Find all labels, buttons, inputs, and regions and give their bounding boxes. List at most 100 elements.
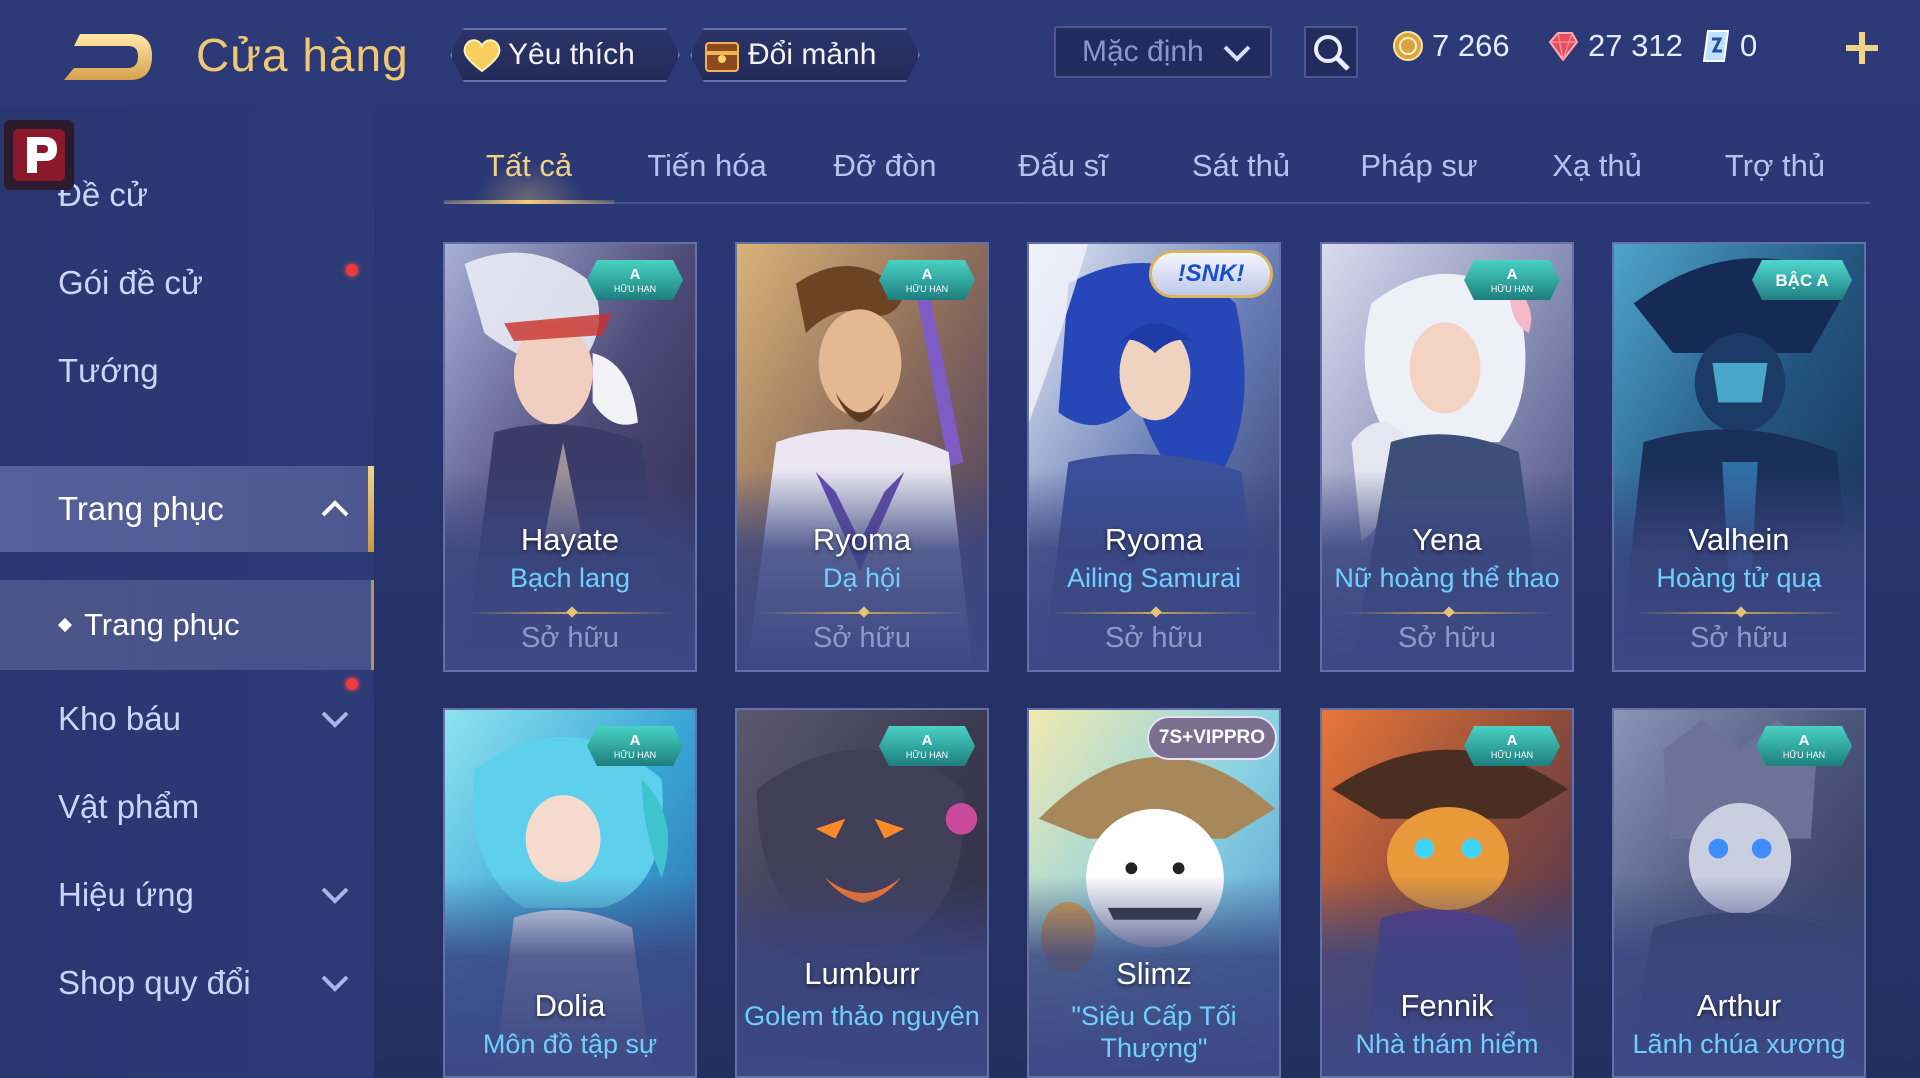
- shard-exchange-label: Đổi mảnh: [748, 38, 877, 71]
- skin-name: Bạch lang: [509, 563, 631, 593]
- skin-card[interactable]: A HỮU HẠN Yena Nữ hoàng thể thao Sở hữu: [1320, 242, 1574, 672]
- voucher-icon: [1702, 30, 1730, 62]
- skin-card[interactable]: A HỮU HẠN Ryoma Dạ hội Sở hữu: [735, 242, 989, 672]
- owned-status: Sở hữu: [812, 622, 912, 654]
- hero-name: Yena: [1412, 522, 1482, 557]
- app-logo: [4, 120, 74, 190]
- snk-collab-badge: !SNK!: [1149, 250, 1273, 298]
- hero-name: Valhein: [1688, 522, 1790, 557]
- rank-sub: HỮU HẠN: [1490, 283, 1534, 294]
- gold-coin-icon: [1393, 31, 1423, 61]
- skin-card[interactable]: A HỮU HẠN Hayate Bạch lang Sở hữu: [443, 242, 697, 672]
- page-title: Cửa hàng: [196, 29, 409, 81]
- skin-card[interactable]: A HỮU HẠN Fennik Nhà thám hiểm: [1320, 708, 1574, 1078]
- skin-name: Golem thảo nguyên: [744, 1001, 980, 1031]
- sidebar-item-heroes[interactable]: Tướng: [0, 328, 374, 414]
- chevron-down-icon: [321, 887, 349, 904]
- sidebar-item-treasure[interactable]: Kho báu: [0, 676, 374, 762]
- sort-dropdown[interactable]: Mặc định: [1054, 26, 1272, 78]
- skin-card[interactable]: A HỮU HẠN Arthur Lãnh chúa xương: [1612, 708, 1866, 1078]
- rank-a-badge: A HỮU HẠN: [879, 260, 975, 300]
- rank-sub: HỮU HẠN: [613, 749, 657, 760]
- tab-label: Tất cả: [485, 148, 573, 183]
- sidebar-item-label: Hiệu ứng: [58, 876, 194, 913]
- sidebar: Đề cử Gói đề cử Tướng Trang phục Trang p…: [0, 110, 376, 1078]
- add-currency-button[interactable]: [1840, 26, 1884, 70]
- chevron-down-icon: [321, 975, 349, 992]
- heart-icon: [462, 37, 502, 73]
- skin-name: Ailing Samurai: [1066, 563, 1242, 593]
- sidebar-item-label: Gói đề cử: [58, 264, 203, 301]
- rank-a-badge: A HỮU HẠN: [879, 726, 975, 766]
- tab-label: Sát thủ: [1191, 148, 1291, 183]
- rank-letter: A: [921, 265, 933, 283]
- vip-collab-badge: 7S+VIPPRO: [1147, 716, 1277, 760]
- chevron-up-icon: [321, 500, 349, 517]
- skin-name: Hoàng tử quạ: [1656, 563, 1822, 593]
- rank-letter: A: [921, 731, 933, 749]
- hero-name: Lumburr: [804, 956, 920, 991]
- tab-label: Đấu sĩ: [1018, 148, 1108, 183]
- skin-card[interactable]: A HỮU HẠN Lumburr Golem thảo nguyên: [735, 708, 989, 1078]
- rank-letter: A: [629, 265, 641, 283]
- tab-evolution[interactable]: Tiến hóa: [622, 130, 792, 202]
- hero-name: Fennik: [1400, 988, 1494, 1023]
- hero-name: Arthur: [1696, 988, 1782, 1023]
- skin-card[interactable]: 7S+VIPPRO Slimz "Siêu Cấp Tối Thượng": [1027, 708, 1281, 1078]
- rank-sub: HỮU HẠN: [1490, 749, 1534, 760]
- owned-status: Sở hữu: [1397, 622, 1497, 654]
- skin-card[interactable]: BẬC A Valhein Hoàng tử quạ Sở hữu: [1612, 242, 1866, 672]
- tab-label: Tiến hóa: [647, 148, 767, 183]
- search-icon: [1314, 35, 1350, 71]
- rank-sub: HỮU HẠN: [1782, 749, 1826, 760]
- sort-selected-value: Mặc định: [1082, 35, 1204, 68]
- sidebar-item-effects[interactable]: Hiệu ứng: [0, 852, 374, 938]
- skin-name: Lãnh chúa xương: [1632, 1029, 1846, 1059]
- back-button[interactable]: [58, 28, 158, 88]
- tab-label: Trợ thủ: [1724, 148, 1826, 183]
- back-arrow-icon: [64, 34, 152, 80]
- rank-a-badge: A HỮU HẠN: [1756, 726, 1852, 766]
- favorites-label: Yêu thích: [508, 38, 635, 71]
- tab-assassin[interactable]: Sát thủ: [1156, 130, 1326, 202]
- sidebar-item-exchange-shop[interactable]: Shop quy đổi: [0, 940, 374, 1026]
- hero-name: Ryoma: [812, 522, 912, 557]
- gold-amount: 7 266: [1432, 28, 1510, 63]
- tab-label: Xạ thủ: [1552, 148, 1642, 183]
- rank-a-badge: A HỮU HẠN: [587, 260, 683, 300]
- logo-p-icon: [13, 129, 65, 181]
- tab-tank[interactable]: Đỡ đòn: [800, 130, 970, 202]
- gold-currency: 7 266: [1392, 28, 1510, 64]
- skin-name: Nữ hoàng thể thao: [1334, 563, 1560, 593]
- sidebar-subitem-label: Trang phục: [84, 607, 240, 642]
- rank-sub: HỮU HẠN: [905, 749, 949, 760]
- tab-support[interactable]: Trợ thủ: [1690, 130, 1860, 202]
- favorites-button[interactable]: Yêu thích: [450, 28, 680, 82]
- skin-card[interactable]: A HỮU HẠN Dolia Môn đồ tập sự: [443, 708, 697, 1078]
- hero-name: Slimz: [1116, 956, 1192, 991]
- gem-currency: 27 312: [1546, 28, 1683, 64]
- rank-letter: A: [629, 731, 641, 749]
- tab-label: Pháp sư: [1360, 148, 1478, 183]
- sidebar-item-items[interactable]: Vật phẩm: [0, 764, 374, 850]
- sidebar-item-skins[interactable]: Trang phục: [0, 466, 374, 552]
- chevron-down-icon: [1223, 45, 1251, 62]
- tab-all[interactable]: Tất cả: [444, 130, 614, 204]
- tab-mage[interactable]: Pháp sư: [1334, 130, 1504, 202]
- rank-letter: A: [1506, 265, 1518, 283]
- owned-status: Sở hữu: [1689, 622, 1789, 654]
- tab-warrior[interactable]: Đấu sĩ: [978, 130, 1148, 202]
- chevron-down-icon: [321, 711, 349, 728]
- sidebar-item-bundles[interactable]: Gói đề cử: [0, 240, 374, 326]
- sidebar-subitem-skins[interactable]: Trang phục: [0, 580, 374, 670]
- shard-exchange-button[interactable]: Đổi mảnh: [690, 28, 920, 82]
- notification-dot: [346, 264, 358, 276]
- tab-marksman[interactable]: Xạ thủ: [1512, 130, 1682, 202]
- hero-name: Dolia: [534, 988, 606, 1023]
- search-button[interactable]: [1304, 26, 1358, 78]
- sidebar-item-label: Kho báu: [58, 700, 181, 737]
- rank-letter: A: [1798, 731, 1810, 749]
- skin-card[interactable]: !SNK! Ryoma Ailing Samurai Sở hữu: [1027, 242, 1281, 672]
- rank-a-badge: A HỮU HẠN: [1464, 260, 1560, 300]
- sidebar-item-label: Tướng: [58, 352, 159, 389]
